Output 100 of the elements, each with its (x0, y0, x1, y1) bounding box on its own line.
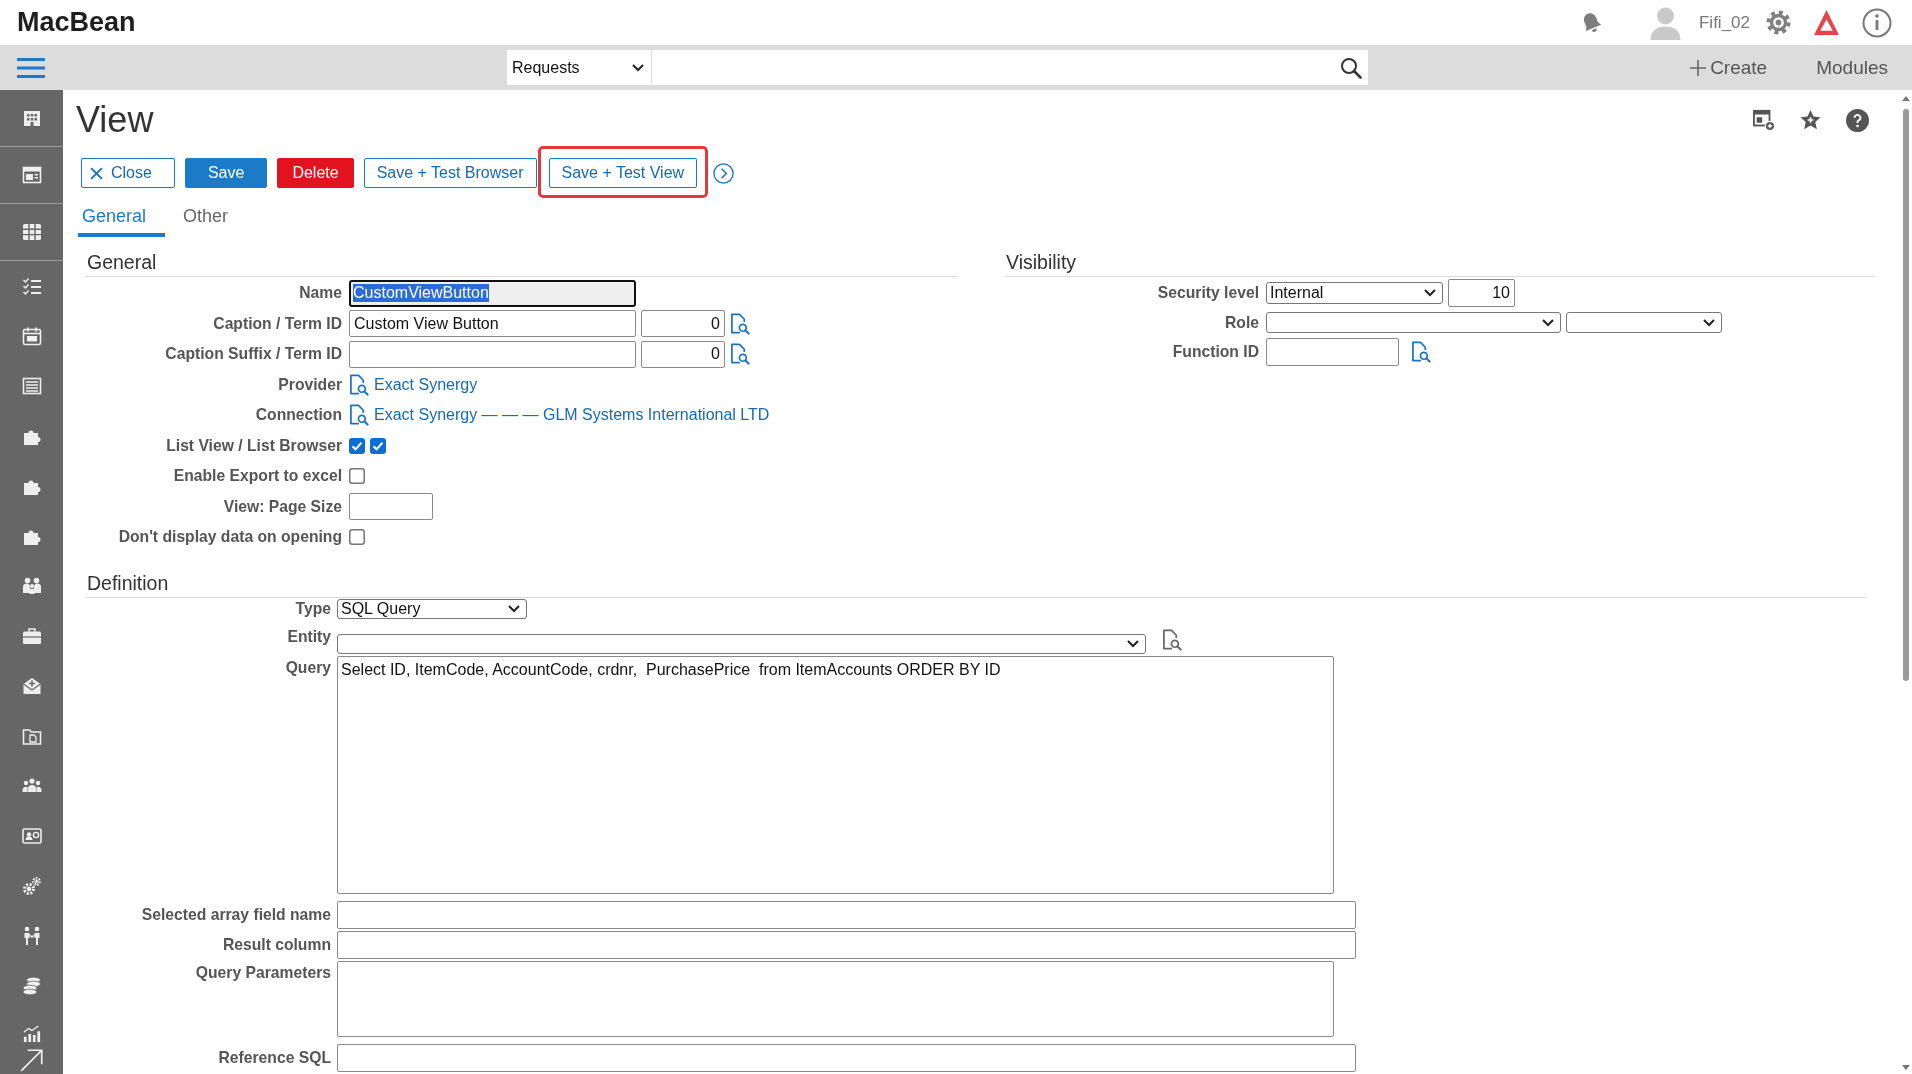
modules-button[interactable]: Modules (1816, 56, 1888, 79)
chevron-down-icon (632, 63, 644, 72)
field-label: Name (298, 284, 342, 303)
gears-icon[interactable] (21, 876, 42, 896)
grid-icon[interactable] (21, 222, 42, 242)
dropdown[interactable] (1266, 312, 1561, 333)
dropdown[interactable]: SQL Query (337, 598, 527, 619)
field-label: Enable Export to excel (172, 467, 342, 486)
field-label: Don't display data on opening (117, 528, 342, 547)
field-label: Role (1224, 313, 1259, 332)
settings-icon[interactable] (1765, 9, 1792, 36)
field-label: Security level (1156, 284, 1259, 302)
link[interactable]: Exact Synergy (374, 375, 478, 394)
section-heading: General (87, 251, 157, 273)
family-icon[interactable] (21, 576, 42, 596)
text-field[interactable] (337, 930, 1356, 959)
text-field[interactable] (1266, 338, 1399, 366)
checkbox[interactable] (349, 468, 365, 485)
dropdown[interactable] (337, 633, 1146, 654)
document-search-icon[interactable] (1411, 341, 1431, 363)
info-icon[interactable] (1862, 7, 1892, 38)
chevron-down-icon (1424, 289, 1436, 297)
search-field[interactable] (652, 50, 1368, 85)
save-test-button[interactable]: Save + Test Browser (363, 158, 537, 188)
text-field[interactable] (349, 340, 636, 368)
triangle-logo-icon[interactable] (1813, 9, 1840, 36)
field-label: Query Parameters (194, 962, 331, 982)
tab[interactable]: Other (179, 199, 248, 237)
briefcase-icon[interactable] (21, 626, 42, 646)
term-id-field[interactable]: 0 (641, 310, 725, 338)
document-search-icon[interactable] (349, 404, 369, 427)
document-search-icon[interactable] (730, 343, 750, 366)
text-field[interactable] (337, 1043, 1356, 1072)
save-button[interactable]: Save (184, 158, 268, 188)
list-icon[interactable] (21, 376, 42, 396)
checklist-icon[interactable] (21, 276, 42, 296)
field-label: Connection (254, 406, 342, 425)
checkbox[interactable] (349, 437, 365, 454)
field-label: Reference SQL (217, 1048, 331, 1067)
close-button[interactable]: Close (81, 158, 175, 188)
delete-button[interactable]: Delete (277, 158, 354, 188)
logo: MacBean (17, 7, 136, 38)
text-field[interactable] (337, 900, 1356, 929)
building-icon[interactable] (21, 108, 42, 128)
chevron-down-icon (1703, 318, 1715, 327)
chevron-down-icon (508, 604, 520, 613)
diagonal-arrow-icon[interactable] (18, 1047, 45, 1073)
field-label: Caption / Term ID (212, 314, 342, 333)
document-search-icon[interactable] (730, 312, 750, 335)
calendar-icon[interactable] (21, 326, 42, 346)
text-field[interactable]: CustomViewButton (349, 279, 636, 307)
dropdown[interactable]: Internal (1266, 282, 1443, 304)
field-label: Caption Suffix / Term ID (164, 345, 342, 364)
dropdown[interactable] (1566, 312, 1722, 333)
window-icon[interactable] (21, 165, 42, 185)
field-label: Result column (221, 935, 331, 954)
section-heading: Definition (87, 571, 169, 594)
field-label: Selected array field name (140, 905, 331, 924)
chevron-down-icon (1542, 318, 1554, 327)
scrollbar-thumb[interactable] (1903, 109, 1909, 681)
chevron-down-icon (1127, 639, 1139, 648)
textarea[interactable]: Select ID, ItemCode, AccountCode, crdnr, PurchasePrice from ItemAccounts ORDER BY ID (337, 655, 1334, 894)
textarea[interactable] (337, 960, 1334, 1037)
document-search-icon[interactable] (349, 373, 369, 396)
scroll-down-icon[interactable] (1902, 1065, 1910, 1070)
id-card-icon[interactable] (21, 826, 42, 846)
text-field[interactable] (349, 493, 433, 521)
checkbox[interactable] (370, 437, 386, 454)
chart-icon[interactable] (21, 1025, 42, 1043)
term-id-field[interactable]: 0 (641, 340, 725, 368)
page-title: View (76, 100, 154, 140)
dropdown[interactable]: Requests (507, 50, 651, 85)
link[interactable]: Exact Synergy — — — GLM Systems International LTD (374, 406, 770, 425)
window-add-icon[interactable] (1753, 109, 1775, 131)
coins-icon[interactable] (21, 976, 42, 996)
field-label: Query (284, 657, 331, 677)
help-icon[interactable] (1846, 108, 1869, 132)
scroll-up-icon[interactable] (1902, 96, 1910, 101)
document-search-icon[interactable] (1162, 628, 1182, 651)
tab[interactable]: General (78, 199, 166, 237)
create-button[interactable]: Create (1690, 56, 1768, 79)
number-field[interactable]: 10 (1448, 279, 1515, 307)
save-test-button[interactable]: Save + Test View (548, 158, 698, 188)
checkbox[interactable] (349, 529, 365, 546)
close-icon (90, 166, 103, 180)
section-heading: Visibility (1006, 251, 1077, 273)
envelope-plus-icon[interactable] (21, 676, 42, 696)
field-label: Provider (277, 375, 342, 394)
field-label: Type (294, 599, 331, 618)
field-label: Entity (286, 628, 331, 646)
user-name[interactable]: Fifi_02 (1698, 12, 1750, 33)
folder-icon[interactable] (21, 726, 42, 746)
text-field[interactable]: Custom View Button (349, 310, 636, 338)
field-label: List View / List Browser (165, 436, 342, 455)
star-icon[interactable] (1799, 109, 1822, 131)
plus-icon (1690, 59, 1707, 76)
search-icon[interactable] (1340, 56, 1362, 79)
field-label: View: Page Size (222, 497, 342, 516)
chevron-right-circle-icon[interactable] (713, 162, 735, 184)
menu-icon[interactable] (17, 57, 45, 78)
